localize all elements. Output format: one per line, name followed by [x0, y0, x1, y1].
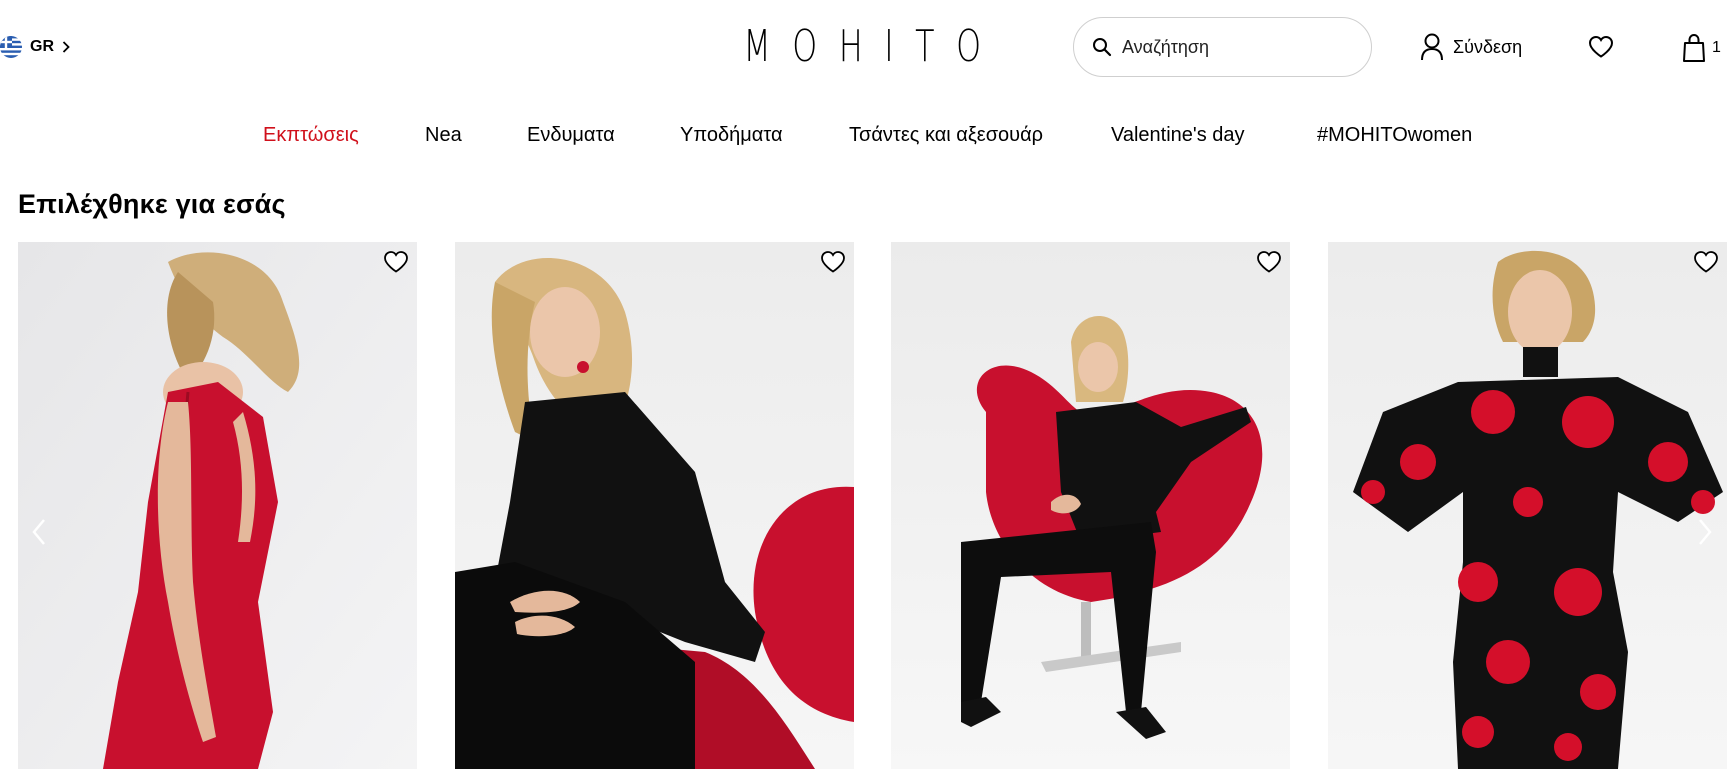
- nav-item-shoes[interactable]: Υποδήματα: [680, 124, 783, 147]
- product-image: [455, 242, 854, 769]
- heart-icon: [1257, 251, 1281, 273]
- chevron-right-icon: [62, 41, 70, 53]
- nav-item-valentines-day[interactable]: Valentine's day: [1111, 124, 1245, 147]
- add-to-wishlist-button[interactable]: [1256, 250, 1282, 279]
- login-link[interactable]: Σύνδεση: [1420, 33, 1522, 61]
- greece-flag-icon: [0, 36, 22, 58]
- heart-icon: [821, 251, 845, 273]
- section-title: Επιλέχθηκε για εσάς: [18, 189, 286, 219]
- user-icon: [1421, 33, 1443, 61]
- heart-icon: [1694, 251, 1718, 273]
- product-image: [1328, 242, 1727, 769]
- carousel-next-button[interactable]: [1694, 512, 1716, 552]
- product-image: [891, 242, 1290, 769]
- main-navigation: Εκπτώσεις Nea Ενδυματα Υποδήματα Τσάντες…: [0, 120, 1730, 154]
- arrow-right-icon: [1699, 519, 1712, 545]
- nav-item-mohito-women[interactable]: #MOHITOwomen: [1317, 124, 1472, 147]
- cart-count-badge: 1: [1712, 39, 1721, 56]
- nav-item-clothing[interactable]: Ενδυματα: [527, 124, 615, 147]
- product-card[interactable]: [455, 242, 854, 769]
- product-image: [18, 242, 417, 769]
- product-card[interactable]: [18, 242, 417, 769]
- nav-item-new[interactable]: Nea: [425, 124, 462, 147]
- add-to-wishlist-button[interactable]: [820, 250, 846, 279]
- add-to-wishlist-button[interactable]: [1693, 250, 1719, 279]
- add-to-wishlist-button[interactable]: [383, 250, 409, 279]
- search-icon: [1093, 38, 1112, 57]
- locale-label: GR: [30, 38, 54, 55]
- wishlist-button[interactable]: [1588, 35, 1614, 64]
- nav-item-sale[interactable]: Εκπτώσεις: [263, 124, 359, 147]
- login-label: Σύνδεση: [1453, 36, 1523, 57]
- product-card[interactable]: [1328, 242, 1727, 769]
- carousel-prev-button[interactable]: [28, 512, 50, 552]
- heart-icon: [1588, 35, 1614, 58]
- search-box[interactable]: [1073, 17, 1372, 77]
- heart-icon: [384, 251, 408, 273]
- shopping-bag-icon: [1683, 33, 1705, 62]
- nav-item-bags-accessories[interactable]: Τσάντες και αξεσουάρ: [849, 124, 1043, 147]
- cart-button[interactable]: 1: [1682, 33, 1721, 63]
- arrow-left-icon: [32, 519, 45, 545]
- search-input[interactable]: [1122, 36, 1352, 58]
- product-card[interactable]: [891, 242, 1290, 769]
- locale-selector[interactable]: GR: [0, 36, 70, 58]
- site-header: GR MOHITO Σύνδεση 1: [0, 0, 1730, 96]
- brand-logo[interactable]: MOHITO: [743, 21, 981, 72]
